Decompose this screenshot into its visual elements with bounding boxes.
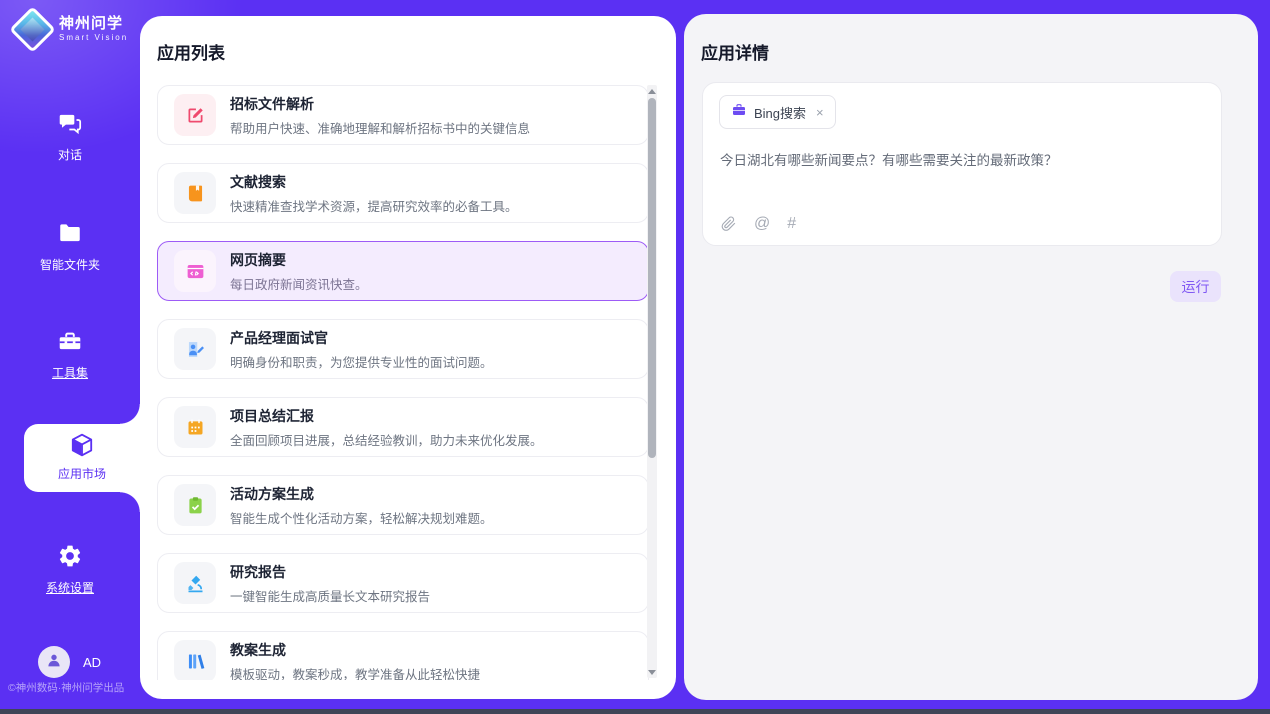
app-name: 研究报告 bbox=[230, 562, 430, 582]
bubble-fillet-top bbox=[120, 404, 140, 424]
app-name: 文献搜索 bbox=[230, 172, 518, 192]
sidebar-item-app-market[interactable]: 应用市场 bbox=[24, 424, 140, 492]
app-logo: 神州问学 Smart Vision bbox=[16, 13, 128, 46]
app-name: 招标文件解析 bbox=[230, 94, 530, 114]
app-card-pm-interviewer[interactable]: 产品经理面试官 明确身份和职责，为您提供专业性的面试问题。 bbox=[157, 319, 649, 379]
app-name: 活动方案生成 bbox=[230, 484, 493, 504]
gear-icon bbox=[57, 556, 83, 573]
sidebar-item-smart-folder[interactable]: 智能文件夹 bbox=[0, 220, 140, 273]
tool-chip-bing-search[interactable]: Bing搜索 × bbox=[719, 95, 836, 129]
app-detail-title: 应用详情 bbox=[701, 39, 769, 64]
app-detail-panel: 应用详情 Bing搜索 × 今日湖北有哪些新闻要点？有哪些需要关注的最新政策？ … bbox=[684, 14, 1258, 700]
app-desc: 快速精准查找学术资源，提高研究效率的必备工具。 bbox=[230, 196, 518, 215]
app-desc: 明确身份和职责，为您提供专业性的面试问题。 bbox=[230, 352, 493, 371]
app-desc: 一键智能生成高质量长文本研究报告 bbox=[230, 586, 430, 605]
app-card-activity-plan[interactable]: 活动方案生成 智能生成个性化活动方案，轻松解决规划难题。 bbox=[157, 475, 649, 535]
user-initials: AD bbox=[83, 655, 101, 670]
briefcase-icon bbox=[731, 102, 747, 123]
app-desc: 全面回顾项目进展，总结经验教训，助力未来优化发展。 bbox=[230, 430, 543, 449]
sidebar-item-chat[interactable]: 对话 bbox=[0, 110, 140, 163]
run-button[interactable]: 运行 bbox=[1170, 271, 1221, 302]
app-name: 产品经理面试官 bbox=[230, 328, 493, 348]
webpage-summary-icon bbox=[174, 250, 216, 292]
app-card-project-summary[interactable]: 项目总结汇报 全面回顾项目进展，总结经验教训，助力未来优化发展。 bbox=[157, 397, 649, 457]
sidebar-item-label: 系统设置 bbox=[0, 579, 140, 596]
sidebar-item-toolset[interactable]: 工具集 bbox=[0, 328, 140, 381]
app-name: 网页摘要 bbox=[230, 250, 368, 270]
tender-parse-icon bbox=[174, 94, 216, 136]
app-name: 项目总结汇报 bbox=[230, 406, 543, 426]
logo-title: 神州问学 bbox=[59, 16, 128, 33]
project-summary-icon bbox=[174, 406, 216, 448]
research-report-icon bbox=[174, 562, 216, 604]
chat-icon bbox=[57, 123, 83, 140]
app-desc: 帮助用户快速、准确地理解和解析招标书中的关键信息 bbox=[230, 118, 530, 137]
paperclip-icon[interactable] bbox=[720, 215, 737, 232]
app-list-scroll-area: 招标文件解析 帮助用户快速、准确地理解和解析招标书中的关键信息 文献搜索 快速精… bbox=[157, 85, 649, 680]
app-desc: 模板驱动，教案秒成，教学准备从此轻松快捷 bbox=[230, 664, 480, 681]
sidebar: 神州问学 Smart Vision 对话 智能文件夹 工具集 bbox=[0, 0, 140, 709]
app-list-panel: 应用列表 招标文件解析 帮助用户快速、准确地理解和解析招标书中的关键信息 文献搜… bbox=[140, 16, 676, 699]
logo-subtitle: Smart Vision bbox=[59, 34, 128, 43]
app-card-lesson-plan[interactable]: 教案生成 模板驱动，教案秒成，教学准备从此轻松快捷 bbox=[157, 631, 649, 680]
activity-plan-icon bbox=[174, 484, 216, 526]
chip-close-icon[interactable]: × bbox=[816, 105, 824, 120]
folder-icon bbox=[57, 233, 83, 250]
prompt-composer[interactable]: Bing搜索 × 今日湖北有哪些新闻要点？有哪些需要关注的最新政策？ @ # bbox=[702, 82, 1222, 246]
app-name: 教案生成 bbox=[230, 640, 480, 660]
sidebar-item-label: 对话 bbox=[0, 146, 140, 163]
lesson-plan-icon bbox=[174, 640, 216, 680]
app-list-title: 应用列表 bbox=[157, 39, 225, 64]
app-desc: 每日政府新闻资讯快查。 bbox=[230, 274, 368, 293]
toolbox-icon bbox=[57, 341, 83, 358]
app-card-tender-parse[interactable]: 招标文件解析 帮助用户快速、准确地理解和解析招标书中的关键信息 bbox=[157, 85, 649, 145]
sidebar-item-label: 工具集 bbox=[0, 364, 140, 381]
user-account[interactable]: AD bbox=[38, 646, 101, 678]
hashtag-icon[interactable]: # bbox=[787, 216, 796, 232]
bubble-fillet-bottom bbox=[120, 492, 140, 512]
user-avatar-icon bbox=[45, 651, 63, 674]
sidebar-item-label: 应用市场 bbox=[24, 465, 140, 482]
sidebar-item-label: 智能文件夹 bbox=[0, 256, 140, 273]
composer-toolbar: @ # bbox=[720, 215, 796, 232]
app-window: 神州问学 Smart Vision 对话 智能文件夹 工具集 bbox=[0, 0, 1270, 714]
logo-diamond-icon bbox=[9, 6, 56, 53]
copyright-footer: ©神州数码·神州问学出品 bbox=[8, 680, 124, 695]
bottom-bar bbox=[0, 709, 1270, 714]
scrollbar-down-arrow[interactable] bbox=[647, 666, 657, 678]
app-card-research-report[interactable]: 研究报告 一键智能生成高质量长文本研究报告 bbox=[157, 553, 649, 613]
app-desc: 智能生成个性化活动方案，轻松解决规划难题。 bbox=[230, 508, 493, 527]
avatar bbox=[38, 646, 70, 678]
scrollbar-up-arrow[interactable] bbox=[647, 85, 657, 97]
query-input[interactable]: 今日湖北有哪些新闻要点？有哪些需要关注的最新政策？ bbox=[720, 151, 1205, 171]
list-scrollbar[interactable] bbox=[647, 85, 657, 678]
literature-search-icon bbox=[174, 172, 216, 214]
app-card-webpage-summary[interactable]: 网页摘要 每日政府新闻资讯快查。 bbox=[157, 241, 649, 301]
pm-interviewer-icon bbox=[174, 328, 216, 370]
cube-icon bbox=[69, 445, 95, 462]
tool-chip-label: Bing搜索 bbox=[754, 103, 806, 122]
sidebar-item-settings[interactable]: 系统设置 bbox=[0, 543, 140, 596]
app-card-literature-search[interactable]: 文献搜索 快速精准查找学术资源，提高研究效率的必备工具。 bbox=[157, 163, 649, 223]
scrollbar-thumb[interactable] bbox=[648, 98, 656, 458]
mention-icon[interactable]: @ bbox=[754, 216, 770, 232]
